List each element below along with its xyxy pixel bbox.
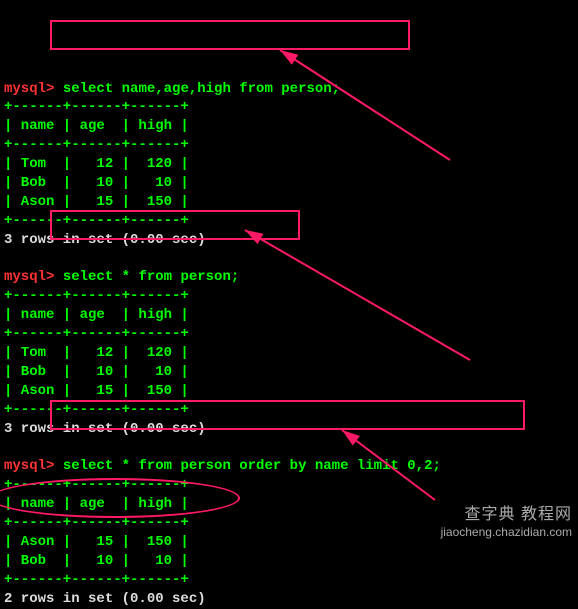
table-row: | Bob | 10 | 10 | — [4, 364, 189, 380]
table-sep: +------+------+------+ — [4, 99, 189, 115]
table-sep: +------+------+------+ — [4, 137, 189, 153]
mysql-prompt: mysql> — [4, 269, 54, 285]
table-row: | Tom | 12 | 120 | — [4, 156, 189, 172]
table-sep: +------+------+------+ — [4, 213, 189, 229]
row-count: 3 rows in set (0.00 sec) — [4, 232, 206, 248]
watermark-line-1: 查字典 教程网 — [441, 505, 572, 524]
query-3: select * from person order by name limit… — [63, 458, 441, 474]
table-row: | Tom | 12 | 120 | — [4, 345, 189, 361]
table-row: | Ason | 15 | 150 | — [4, 194, 189, 210]
table-row: | Ason | 15 | 150 | — [4, 383, 189, 399]
table-row: | Ason | 15 | 150 | — [4, 534, 189, 550]
query-2: select * from person; — [63, 269, 239, 285]
table-header: | name | age | high | — [4, 118, 189, 134]
table-sep: +------+------+------+ — [4, 572, 189, 588]
mysql-prompt: mysql> — [4, 81, 54, 97]
query-1: select name,age,high from person; — [63, 81, 340, 97]
table-row: | Bob | 10 | 10 | — [4, 553, 189, 569]
watermark-line-2: jiaocheng.chazidian.com — [441, 525, 572, 539]
row-count: 2 rows in set (0.00 sec) — [4, 591, 206, 607]
table-header: | name | age | high | — [4, 496, 189, 512]
row-count: 3 rows in set (0.00 sec) — [4, 421, 206, 437]
table-sep: +------+------+------+ — [4, 515, 189, 531]
table-sep: +------+------+------+ — [4, 402, 189, 418]
table-sep: +------+------+------+ — [4, 288, 189, 304]
table-sep: +------+------+------+ — [4, 477, 189, 493]
table-row: | Bob | 10 | 10 | — [4, 175, 189, 191]
watermark: 查字典 教程网 jiaocheng.chazidian.com — [441, 505, 572, 539]
table-header: | name | age | high | — [4, 307, 189, 323]
table-sep: +------+------+------+ — [4, 326, 189, 342]
mysql-prompt: mysql> — [4, 458, 54, 474]
